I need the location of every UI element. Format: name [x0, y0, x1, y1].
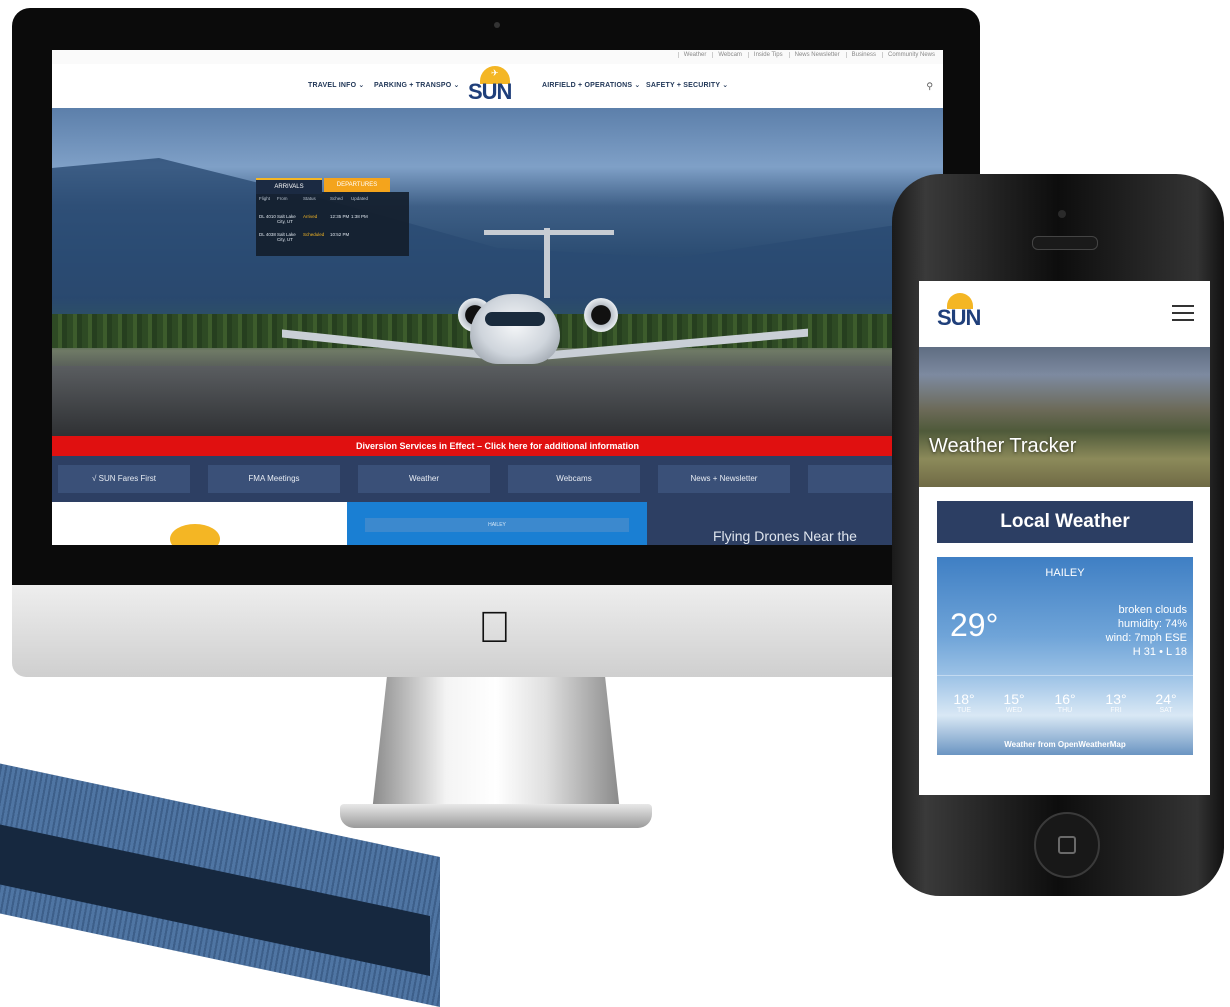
phone-speaker [1032, 236, 1098, 250]
forecast-label: WED [1005, 707, 1023, 714]
forecast-day: 16° THU [1044, 691, 1086, 714]
mobile-hero-image: Weather Tracker [919, 347, 1210, 487]
utility-link[interactable]: Webcam [712, 52, 742, 58]
mobile-sun-logo[interactable]: SUN [937, 305, 981, 331]
nav-airfield-operations[interactable]: AIRFIELD + OPERATIONS ⌄ [542, 81, 640, 89]
forecast-label: FRI [1110, 707, 1122, 714]
weather-high-low: H 31 • L 18 [1132, 646, 1187, 658]
forecast-day: 24° SAT [1145, 691, 1187, 714]
apple-logo-icon:  [478, 606, 511, 650]
panel-weather[interactable]: HAILEY [347, 502, 647, 545]
quicklink-weather[interactable]: Weather [358, 465, 490, 493]
weather-card: HAILEY 29° broken clouds humidity: 74% w… [937, 557, 1193, 755]
mobile-header: SUN [919, 281, 1210, 347]
forecast-label: TUE [957, 707, 971, 714]
imac-stand [372, 677, 620, 812]
current-temperature: 29° [950, 607, 999, 643]
flight-board-header: Flight From Status Sched Updated [259, 196, 373, 201]
forecast-day: 15° WED [993, 691, 1035, 714]
airplane-icon: ✈ [491, 68, 499, 78]
local-weather-button[interactable]: Local Weather [937, 501, 1193, 543]
airport-seal [170, 524, 220, 545]
quicklink-fma-meetings[interactable]: FMA Meetings [208, 465, 340, 493]
tab-arrivals[interactable]: ARRIVALS [256, 178, 322, 194]
jet-cockpit [485, 312, 545, 326]
flight-status: Scheduled [303, 232, 325, 237]
forecast-label: THU [1057, 707, 1073, 714]
hero-title: Weather Tracker [929, 435, 1077, 457]
flight-scheduled: 10:52 PM [330, 232, 350, 237]
flight-row[interactable]: DL 4038 Salt Lake City, UT Scheduled 10:… [259, 232, 373, 242]
col-header: Flight [259, 196, 271, 201]
flight-updated: 1:38 PM [351, 214, 368, 219]
diversion-alert-banner[interactable]: Diversion Services in Effect – Click her… [52, 436, 943, 456]
col-header: From [277, 196, 288, 201]
utility-link[interactable]: Inside Tips [747, 52, 783, 58]
flight-status: Arrived [303, 214, 318, 219]
sun-logo[interactable]: ✈ SUN [466, 66, 526, 106]
flight-updated [351, 232, 373, 242]
weather-conditions: broken clouds [1118, 604, 1188, 616]
weather-city: HAILEY [1045, 567, 1085, 579]
feature-panels: HAILEY Flying Drones Near the [52, 502, 943, 545]
hamburger-menu-icon[interactable] [1172, 305, 1194, 326]
forecast-temp: 15° [1003, 691, 1025, 707]
tab-departures[interactable]: DEPARTURES [324, 178, 390, 192]
forecast-temp: 13° [1105, 691, 1127, 707]
imac-camera [494, 22, 500, 28]
flight-number: DL 4038 [259, 232, 276, 237]
flight-origin: Salt Lake City, UT [277, 232, 296, 242]
quick-links-bar: √ SUN Fares First FMA Meetings Weather W… [52, 456, 943, 502]
jet-fuselage [470, 294, 560, 364]
nav-safety-security[interactable]: SAFETY + SECURITY ⌄ [646, 81, 728, 89]
home-button-icon [1058, 836, 1076, 854]
weather-description: broken clouds humidity: 74% wind: 7mph E… [1106, 603, 1187, 659]
forecast-divider [937, 675, 1193, 676]
utility-link[interactable]: News Newsletter [788, 52, 840, 58]
jet-engine-right [584, 298, 618, 332]
flight-origin: Salt Lake City, UT [277, 214, 296, 224]
forecast-temp: 16° [1054, 691, 1076, 707]
weather-credit-link[interactable]: Weather from OpenWeatherMap [937, 740, 1193, 749]
panel-seal [52, 502, 347, 545]
desktop-website: Weather Webcam Inside Tips News Newslett… [52, 50, 943, 545]
home-button[interactable] [1034, 812, 1100, 878]
forecast-day: 13° FRI [1095, 691, 1137, 714]
utility-link[interactable]: Weather [677, 52, 706, 58]
col-header: Updated [351, 196, 369, 201]
quicklink-webcams[interactable]: Webcams [508, 465, 640, 493]
flight-row[interactable]: DL 4010 Salt Lake City, UT Arrived 12:35… [259, 214, 373, 224]
utility-link[interactable]: Business [845, 52, 876, 58]
col-header: Status [303, 196, 316, 201]
forecast-temp: 24° [1155, 691, 1177, 707]
forecast-label: SAT [1159, 707, 1173, 714]
jet-tail [544, 228, 550, 298]
flight-number: DL 4010 [259, 214, 276, 219]
mobile-website: SUN Weather Tracker Local Weather HAILEY… [919, 281, 1210, 795]
flight-status-board: ARRIVALS DEPARTURES Flight From Status S… [256, 178, 409, 256]
feature-headline: Flying Drones Near the [713, 528, 857, 544]
utility-link[interactable]: Community News [881, 52, 935, 58]
runway [52, 366, 943, 436]
imac-stand-base [340, 804, 652, 828]
search-icon[interactable]: ⚲ [926, 81, 933, 92]
main-nav: TRAVEL INFO ⌄ PARKING + TRANSPO ⌄ ✈ SUN … [52, 64, 943, 108]
forecast-temp: 18° [953, 691, 975, 707]
sun-logo-text: SUN [468, 79, 512, 104]
weather-widget-city: HAILEY [365, 518, 629, 532]
col-header: Sched [330, 196, 343, 201]
hero-image: ARRIVALS DEPARTURES Flight From Status S… [52, 108, 943, 436]
utility-bar: Weather Webcam Inside Tips News Newslett… [52, 50, 943, 65]
weather-wind: wind: 7mph ESE [1105, 632, 1187, 644]
weather-humidity: humidity: 74% [1117, 618, 1187, 630]
quicklink-news-newsletter[interactable]: News + Newsletter [658, 465, 790, 493]
phone-camera [1058, 210, 1066, 218]
forecast-day: 18° TUE [943, 691, 985, 714]
nav-parking-transpo[interactable]: PARKING + TRANSPO ⌄ [374, 81, 460, 89]
quicklink-sun-fares-first[interactable]: √ SUN Fares First [58, 465, 190, 493]
flight-scheduled: 12:35 PM [330, 214, 350, 219]
nav-travel-info[interactable]: TRAVEL INFO ⌄ [308, 81, 364, 89]
